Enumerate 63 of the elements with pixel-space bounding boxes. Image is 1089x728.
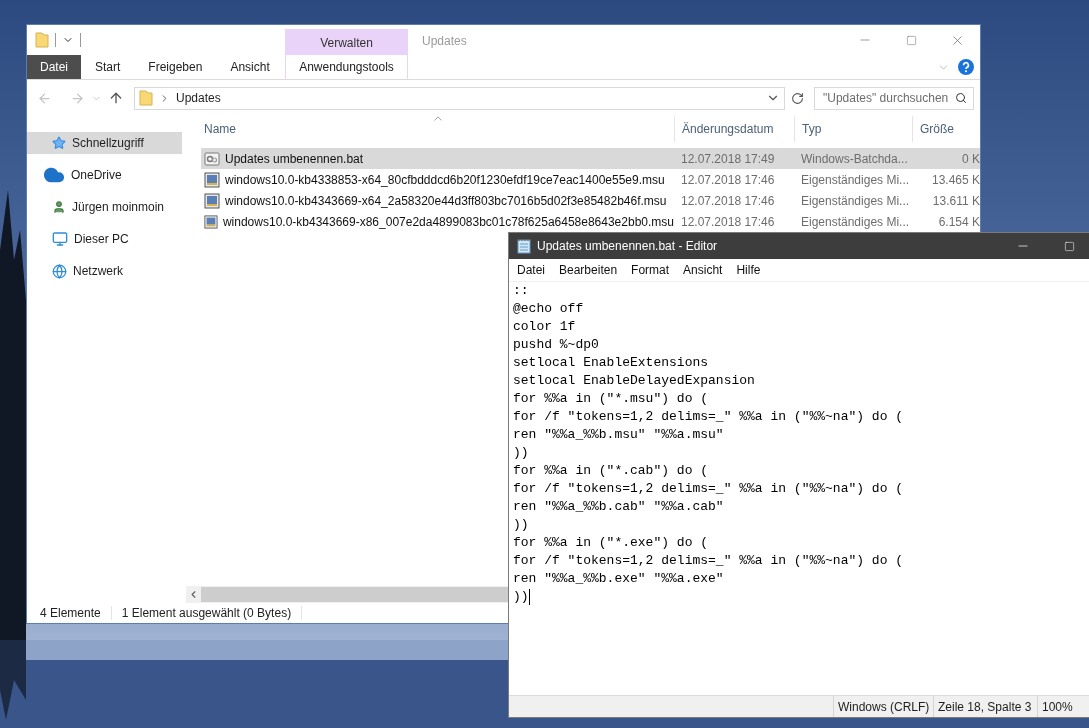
code-line: for /f "tokens=1,2 delims=_" %%a in ("%%~na") do ( — [513, 552, 904, 570]
code-line: for %%a in ("*.msu") do ( — [513, 390, 709, 408]
sidebar-item[interactable]: Schnellzugriff — [27, 132, 182, 154]
table-cell-text: Eigenständiges Mi... — [800, 214, 911, 229]
sidebar-item[interactable]: Netzwerk — [27, 260, 182, 282]
table-cell-text: 12.07.2018 17:46 — [680, 193, 776, 208]
code-line: pushd %~dp0 — [513, 336, 599, 354]
code-line: ren "%%a_%%b.exe" "%%a.exe" — [513, 570, 724, 588]
code-line: )) — [513, 588, 529, 606]
file-name: windows10.0-kb4343669-x86_007e2da4899083bc01c78f625a6458e8643e2bb0.msu — [222, 214, 674, 229]
address-field[interactable]: Updates — [134, 86, 785, 110]
code-line: for /f "tokens=1,2 delims=_" %%a in ("%%~na") do ( — [513, 480, 904, 498]
code-line: for %%a in ("*.exe") do ( — [513, 534, 709, 552]
window-title: Updates — [421, 33, 468, 50]
table-cell-text: Eigenständiges Mi... — [800, 172, 911, 187]
status-text: Windows (CRLF) — [833, 696, 933, 717]
code-line: color 1f — [513, 318, 576, 336]
table-cell-text: Windows-Batchda... — [800, 151, 909, 166]
table-cell-text: 12.07.2018 17:46 — [680, 172, 776, 187]
table-cell-text: 12.07.2018 17:46 — [680, 214, 776, 229]
status-text: 1 Element ausgewählt (0 Bytes) — [121, 606, 303, 620]
sidebar-item[interactable]: OneDrive — [27, 164, 182, 186]
column-header[interactable]: Größe — [912, 116, 980, 142]
context-tab-header: Verwalten — [285, 29, 408, 55]
file-name: windows10.0-kb4343669-x64_2a58320e44d3ff803bc7016b5d02f3e85482b46f.msu — [225, 193, 667, 208]
menu-item[interactable]: Datei — [510, 263, 552, 277]
code-line: )) — [513, 444, 529, 462]
file-row[interactable]: windows10.0-kb4343669-x64_2a58320e44d3ff803bc7016b5d02f3e85482b46f.msu 12.07.2018 17:46 Eigenständiges Mi... 13.611 K — [201, 190, 980, 211]
code-line: for /f "tokens=1,2 delims=_" %%a in ("%%~na") do ( — [513, 408, 904, 426]
status-text: Zeile 18, Spalte 3 — [933, 696, 1037, 717]
menu-item[interactable]: Ansicht — [676, 263, 730, 277]
file-name: windows10.0-kb4338853-x64_80cfbdddcd6b20f1230efdf19ce7eac1400e55e9.msu — [225, 172, 665, 187]
column-header[interactable]: Name — [201, 116, 674, 142]
code-line: )) — [513, 516, 529, 534]
search-field[interactable]: "Updates" durchsuchen — [814, 86, 974, 110]
code-line: for %%a in ("*.cab") do ( — [513, 462, 709, 480]
file-row[interactable]: Updates umbenennen.bat 12.07.2018 17:49 Windows-Batchda... 0 K — [201, 148, 980, 169]
menu-item[interactable]: Bearbeiten — [552, 263, 625, 277]
table-cell-text: 13.465 K — [930, 172, 980, 187]
window-title: Updates umbenennen.bat - Editor — [537, 239, 718, 253]
status-text: 4 Elemente — [40, 606, 112, 620]
menu-item[interactable]: Hilfe — [729, 263, 768, 277]
table-cell-text: 12.07.2018 17:49 — [680, 151, 776, 166]
file-menu-tab[interactable]: Datei — [27, 55, 81, 79]
table-cell-text: 0 K — [961, 151, 980, 166]
table-cell-text: 13.611 K — [931, 193, 980, 208]
code-line: ren "%%a_%%b.msu" "%%a.msu" — [513, 426, 724, 444]
sidebar-item[interactable]: Jürgen moinmoin — [27, 196, 182, 218]
column-header[interactable]: Änderungsdatum — [674, 116, 794, 142]
code-line: @echo off — [513, 300, 584, 318]
file-name: Updates umbenennen.bat — [225, 151, 364, 166]
code-line: :: — [513, 282, 529, 300]
file-row[interactable]: windows10.0-kb4338853-x64_80cfbdddcd6b20f1230efdf19ce7eac1400e55e9.msu 12.07.2018 17:46 Eigenständiges Mi... 13.465 K — [201, 169, 980, 190]
table-cell-text: Eigenständiges Mi... — [800, 193, 911, 208]
file-row[interactable]: windows10.0-kb4343669-x86_007e2da4899083bc01c78f625a6458e8643e2bb0.msu 12.07.2018 17:46 Eigenständiges Mi... 6.154 K — [201, 211, 980, 232]
sidebar-item[interactable]: Dieser PC — [27, 228, 182, 250]
table-cell-text: 6.154 K — [937, 214, 980, 229]
status-text: 100% — [1037, 696, 1089, 717]
menu-item[interactable]: Format — [624, 263, 677, 277]
code-line: setlocal EnableDelayedExpansion — [513, 372, 755, 390]
code-line: setlocal EnableExtensions — [513, 354, 709, 372]
code-line: ren "%%a_%%b.cab" "%%a.cab" — [513, 498, 724, 516]
column-header[interactable]: Typ — [794, 116, 912, 142]
